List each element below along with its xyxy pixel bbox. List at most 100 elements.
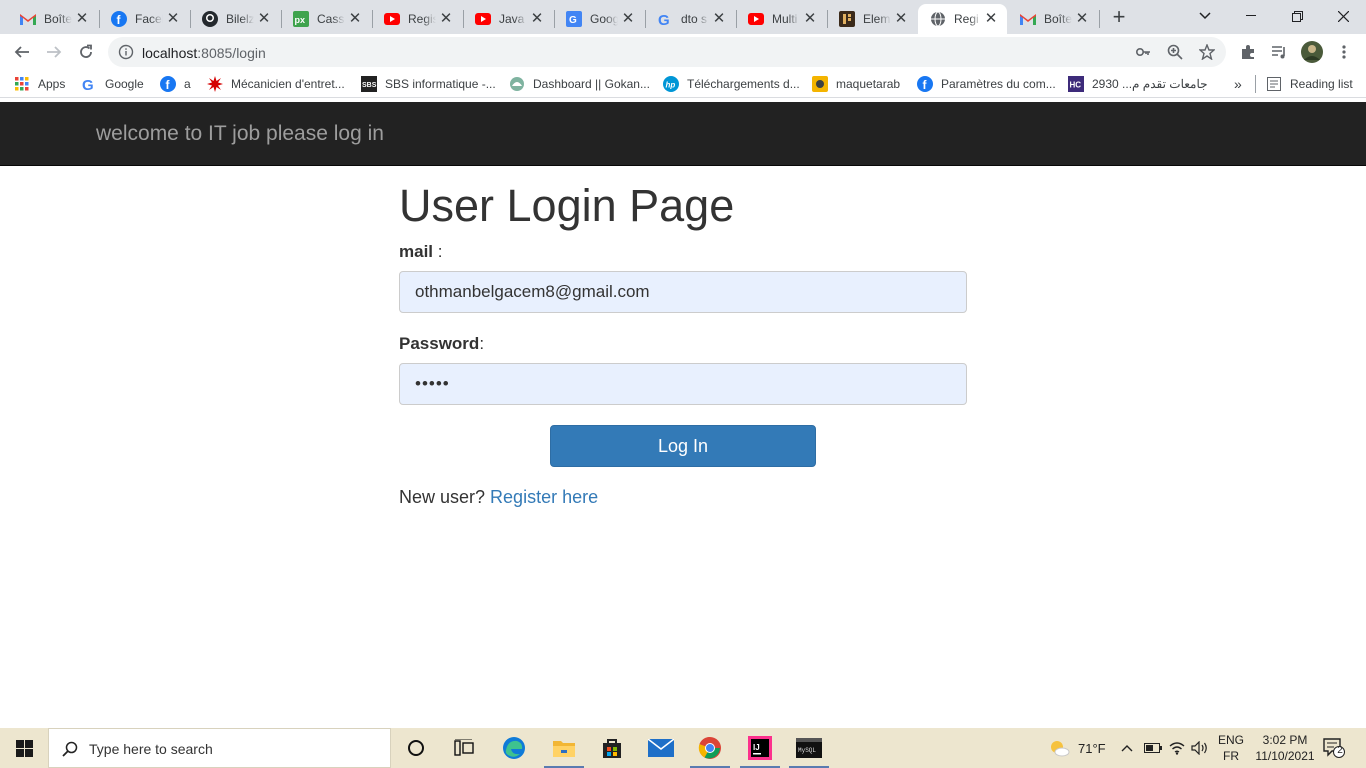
email-field[interactable]: [399, 271, 967, 313]
bookmark-maquetarab[interactable]: maquetarab: [812, 76, 900, 92]
close-icon[interactable]: ✕: [74, 11, 90, 27]
taskbar-mysql[interactable]: MySQL: [785, 728, 833, 768]
taskbar-store[interactable]: [588, 728, 636, 768]
svg-text:IJ: IJ: [753, 743, 760, 752]
task-view-button[interactable]: [440, 728, 488, 768]
cortana-button[interactable]: [392, 728, 440, 768]
youtube-icon: [475, 11, 491, 27]
tab-elementor[interactable]: Elem ✕: [827, 4, 917, 34]
info-icon[interactable]: [118, 44, 134, 60]
bookmark-universities[interactable]: HC جامعات تقدم م... 2930: [1068, 76, 1208, 92]
zoom-icon[interactable]: [1167, 44, 1183, 60]
tab-gmail[interactable]: Boîte ✕: [8, 4, 98, 34]
extensions-button[interactable]: [1236, 40, 1260, 64]
clock[interactable]: 3:02 PM 11/10/2021: [1250, 728, 1320, 768]
network-button[interactable]: [1169, 728, 1185, 768]
google-icon: G: [81, 76, 97, 92]
close-icon[interactable]: ✕: [165, 11, 181, 27]
taskbar-chrome[interactable]: [686, 728, 734, 768]
tab-gmail-2[interactable]: Boîte ✕: [1008, 4, 1098, 34]
close-icon[interactable]: ✕: [347, 11, 363, 27]
tab-google-translate[interactable]: G Goog ✕: [554, 4, 644, 34]
browser-toolbar: localhost:8085/login: [0, 34, 1366, 70]
reading-list-button[interactable]: Reading list: [1266, 76, 1353, 92]
site-navbar: welcome to IT job please log in: [0, 102, 1366, 166]
bookmark-telechargements[interactable]: hp Téléchargements d...: [663, 76, 800, 92]
svg-text:G: G: [82, 77, 94, 92]
close-icon[interactable]: ✕: [802, 11, 818, 27]
hp-icon: hp: [663, 76, 679, 92]
menu-button[interactable]: [1332, 40, 1356, 64]
close-icon[interactable]: ✕: [529, 11, 545, 27]
reload-button[interactable]: [74, 40, 98, 64]
close-icon[interactable]: ✕: [1074, 11, 1090, 27]
close-icon[interactable]: ✕: [893, 11, 909, 27]
close-icon[interactable]: ✕: [256, 11, 272, 27]
youtube-icon: [748, 11, 764, 27]
volume-button[interactable]: [1191, 728, 1209, 768]
bookmark-sbs[interactable]: SBS SBS informatique -...: [361, 76, 496, 92]
tab-youtube-register[interactable]: Regis ✕: [372, 4, 462, 34]
minimize-button[interactable]: [1228, 0, 1274, 32]
svg-text:MySQL: MySQL: [798, 747, 816, 754]
bookmarks-overflow-button[interactable]: »: [1234, 76, 1242, 92]
tab-search-button[interactable]: [1182, 0, 1228, 32]
media-control-button[interactable]: [1267, 40, 1291, 64]
bookmark-a[interactable]: f a: [160, 76, 191, 92]
close-icon[interactable]: ✕: [438, 11, 454, 27]
profile-button[interactable]: [1300, 40, 1324, 64]
login-button[interactable]: Log In: [550, 425, 816, 467]
forward-button[interactable]: [42, 40, 66, 64]
taskbar-intellij[interactable]: IJ: [736, 728, 784, 768]
password-field[interactable]: •••••: [399, 363, 967, 405]
back-button[interactable]: [10, 40, 34, 64]
tab-github[interactable]: Bilelz ✕: [190, 4, 280, 34]
restore-button[interactable]: [1274, 0, 1320, 32]
maquetarab-icon: [812, 76, 828, 92]
taskbar-mail[interactable]: [637, 728, 685, 768]
gmail-icon: [20, 11, 36, 27]
bookmark-dashboard[interactable]: Dashboard || Gokan...: [509, 76, 650, 92]
key-icon[interactable]: [1135, 44, 1151, 60]
tab-youtube-multi[interactable]: Multi ✕: [736, 4, 826, 34]
star-icon[interactable]: [1199, 44, 1215, 60]
gmail-icon: [1020, 11, 1036, 27]
navbar-brand[interactable]: welcome to IT job please log in: [96, 122, 384, 146]
tab-google-dto[interactable]: G dto s ✕: [645, 4, 735, 34]
show-hidden-icons-button[interactable]: [1121, 728, 1133, 768]
windows-logo-icon: [15, 739, 33, 757]
bookmark-apps[interactable]: Apps: [14, 76, 65, 92]
facebook-icon: f: [917, 76, 933, 92]
tab-facebook[interactable]: f Facebook ✕: [99, 4, 189, 34]
address-bar[interactable]: localhost:8085/login: [108, 37, 1226, 67]
reload-icon: [80, 44, 92, 58]
close-icon[interactable]: ✕: [983, 11, 999, 27]
battery-icon: [1144, 743, 1162, 753]
url-path: :8085/login: [197, 45, 266, 61]
tab-youtube-java[interactable]: Java ✕: [463, 4, 553, 34]
taskbar-edge[interactable]: [490, 728, 538, 768]
battery-button[interactable]: [1144, 728, 1162, 768]
page-title: User Login Page: [399, 180, 735, 231]
tab-register-active[interactable]: Regi ✕: [918, 4, 1007, 34]
minimize-icon: [1246, 15, 1256, 16]
close-icon[interactable]: ✕: [711, 11, 727, 27]
close-window-button[interactable]: [1320, 0, 1366, 32]
language-indicator[interactable]: ENG FR: [1218, 728, 1244, 768]
bookmark-google[interactable]: G Google: [81, 76, 144, 92]
new-tab-button[interactable]: +: [1109, 6, 1129, 28]
svg-text:hp: hp: [666, 81, 676, 90]
bookmark-mecanicien[interactable]: Mécanicien d'entret...: [207, 76, 345, 92]
taskbar-file-explorer[interactable]: [540, 728, 588, 768]
svg-text:G: G: [658, 12, 670, 27]
start-button[interactable]: [0, 728, 48, 768]
register-link[interactable]: Register here: [490, 487, 598, 507]
bookmark-divider: [1255, 75, 1256, 93]
weather-widget[interactable]: 71°F: [1048, 728, 1106, 768]
mail-label: mail :: [399, 242, 443, 261]
close-icon[interactable]: ✕: [620, 11, 636, 27]
bookmark-parametres[interactable]: f Paramètres du com...: [917, 76, 1056, 92]
taskbar-search-box[interactable]: Type here to search: [48, 728, 391, 768]
tab-pixlr[interactable]: px Cassc ✕: [281, 4, 371, 34]
action-center-button[interactable]: 2: [1323, 728, 1345, 768]
